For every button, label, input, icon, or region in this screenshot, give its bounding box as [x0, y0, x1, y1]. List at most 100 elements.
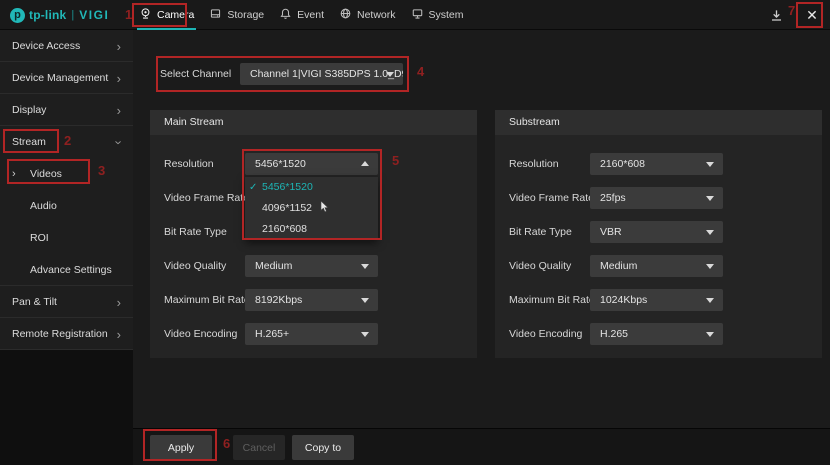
- resolution-label: Resolution: [164, 158, 214, 170]
- topbar: p tp-link | VIGI Camera Storage Event Ne…: [0, 0, 830, 30]
- cancel-button[interactable]: Cancel: [233, 435, 285, 460]
- brand-name: tp-link: [29, 8, 67, 22]
- bit-rate-type-label: Bit Rate Type: [164, 226, 227, 238]
- tree-arrow-icon: ›: [12, 167, 16, 180]
- main-stream-title: Main Stream: [150, 110, 477, 135]
- tplink-logo-icon: p: [10, 7, 25, 23]
- sub-video-frame-rate-select[interactable]: 25fps: [590, 187, 723, 209]
- download-icon: [771, 9, 781, 21]
- tab-storage-label: Storage: [227, 9, 265, 21]
- sidebar-item-remote-registration[interactable]: Remote Registration ›: [0, 318, 133, 350]
- maximum-bit-rate-label: Maximum Bit Rate: [164, 294, 250, 306]
- sidebar-item-label: Stream: [12, 136, 46, 148]
- tab-event[interactable]: Event: [279, 0, 324, 30]
- storage-icon: [209, 7, 222, 23]
- sidebar-separator: [0, 317, 133, 318]
- check-icon: ✓: [249, 182, 258, 193]
- dropdown-option-label: 4096*1152: [262, 202, 313, 214]
- sidebar-item-label: Display: [12, 104, 47, 116]
- tab-storage[interactable]: Storage: [209, 0, 264, 30]
- tab-system-label: System: [428, 9, 464, 21]
- substream-title: Substream: [495, 110, 822, 135]
- sidebar-item-audio[interactable]: Audio: [0, 190, 133, 222]
- video-encoding-label: Video Encoding: [509, 328, 583, 340]
- content-area: Select Channel Channel 1|VIGI S385DPS 1.…: [133, 30, 830, 428]
- globe-icon: [339, 7, 352, 23]
- vigi-camera-settings-window: p tp-link | VIGI Camera Storage Event Ne…: [0, 0, 830, 465]
- chevron-right-icon: ›: [116, 38, 121, 54]
- sidebar-item-label: Audio: [30, 200, 57, 212]
- resolution-select[interactable]: 5456*1520: [245, 153, 378, 175]
- sidebar-item-label: Videos: [30, 168, 62, 180]
- maximum-bit-rate-select[interactable]: 8192Kbps: [245, 289, 378, 311]
- sidebar-item-advance-settings[interactable]: Advance Settings: [0, 254, 133, 286]
- video-frame-rate-label: Video Frame Rate: [509, 192, 595, 204]
- tab-system[interactable]: System: [411, 0, 464, 30]
- sidebar-separator: [0, 125, 133, 126]
- apply-button[interactable]: Apply: [150, 435, 212, 460]
- sub-resolution-select[interactable]: 2160*608: [590, 153, 723, 175]
- sidebar-item-label: Advance Settings: [30, 264, 112, 276]
- close-button[interactable]: ✕: [802, 5, 822, 25]
- sub-maximum-bit-rate-select[interactable]: 1024Kbps: [590, 289, 723, 311]
- tab-camera-label: Camera: [157, 9, 195, 21]
- sub-video-quality-select[interactable]: Medium: [590, 255, 723, 277]
- dropdown-option-5456x1520[interactable]: ✓ 5456*1520: [245, 177, 378, 198]
- tab-camera[interactable]: Camera: [136, 0, 197, 30]
- sidebar-item-videos[interactable]: › Videos: [0, 158, 133, 190]
- brand-logo: p tp-link | VIGI: [10, 0, 109, 30]
- brand-product: VIGI: [79, 8, 110, 22]
- main-stream-panel: Main Stream Resolution 5456*1520 Video F…: [150, 110, 477, 358]
- sidebar-item-stream[interactable]: Stream ›: [0, 126, 133, 158]
- sidebar-item-device-access[interactable]: Device Access ›: [0, 30, 133, 62]
- video-quality-label: Video Quality: [164, 260, 227, 272]
- monitor-icon: [411, 7, 424, 23]
- sidebar-separator: [0, 93, 133, 94]
- chevron-down-icon: ›: [111, 139, 127, 145]
- dropdown-option-2160x608[interactable]: 2160*608: [245, 219, 378, 240]
- video-encoding-label: Video Encoding: [164, 328, 238, 340]
- sidebar-separator: [0, 285, 133, 286]
- chevron-right-icon: ›: [116, 102, 121, 118]
- sidebar-item-roi[interactable]: ROI: [0, 222, 133, 254]
- dropdown-option-label: 5456*1520: [262, 181, 313, 193]
- sidebar-separator: [0, 61, 133, 62]
- dropdown-option-label: 2160*608: [262, 223, 307, 235]
- tab-network-label: Network: [357, 9, 396, 21]
- select-channel-dropdown[interactable]: Channel 1|VIGI S385DPS 1.0_D981: [240, 63, 403, 85]
- bell-icon: [279, 7, 292, 23]
- tab-network[interactable]: Network: [339, 0, 396, 30]
- sidebar: Device Access › Device Management › Disp…: [0, 30, 133, 465]
- topbar-actions: ✕: [766, 0, 822, 30]
- sidebar-item-display[interactable]: Display ›: [0, 94, 133, 126]
- video-quality-label: Video Quality: [509, 260, 572, 272]
- dropdown-option-4096x1152[interactable]: 4096*1152: [245, 198, 378, 219]
- sub-bit-rate-type-select[interactable]: VBR: [590, 221, 723, 243]
- sidebar-item-label: Device Access: [12, 40, 81, 52]
- mouse-cursor-icon: [320, 200, 330, 221]
- video-quality-select[interactable]: Medium: [245, 255, 378, 277]
- chevron-right-icon: ›: [116, 294, 121, 310]
- download-button[interactable]: [766, 5, 786, 25]
- sidebar-separator: [0, 349, 133, 350]
- video-frame-rate-label: Video Frame Rate: [164, 192, 250, 204]
- close-icon: ✕: [806, 7, 818, 23]
- sidebar-item-device-management[interactable]: Device Management ›: [0, 62, 133, 94]
- sidebar-items: Device Access › Device Management › Disp…: [0, 30, 133, 350]
- sub-video-encoding-select[interactable]: H.265: [590, 323, 723, 345]
- brand-divider: |: [71, 9, 75, 21]
- select-channel-label: Select Channel: [160, 68, 232, 80]
- copy-to-button[interactable]: Copy to: [292, 435, 354, 460]
- sidebar-item-label: ROI: [30, 232, 49, 244]
- footer-bar: Apply Cancel Copy to: [133, 428, 830, 465]
- substream-panel: Substream Resolution 2160*608 Video Fram…: [495, 110, 822, 358]
- top-tabs: Camera Storage Event Network System: [136, 0, 464, 30]
- sidebar-item-label: Remote Registration: [12, 328, 108, 340]
- tab-event-label: Event: [297, 9, 324, 21]
- sidebar-item-pan-tilt[interactable]: Pan & Tilt ›: [0, 286, 133, 318]
- maximum-bit-rate-label: Maximum Bit Rate: [509, 294, 595, 306]
- bit-rate-type-label: Bit Rate Type: [509, 226, 572, 238]
- resolution-label: Resolution: [509, 158, 559, 170]
- video-encoding-select[interactable]: H.265+: [245, 323, 378, 345]
- chevron-right-icon: ›: [116, 326, 121, 342]
